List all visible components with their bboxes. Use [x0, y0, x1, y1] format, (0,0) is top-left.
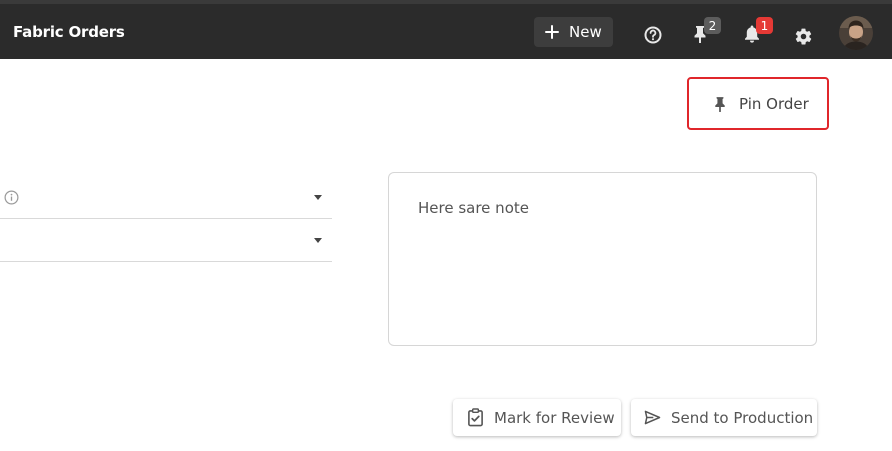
send-to-production-label: Send to Production [671, 408, 814, 427]
chevron-down-icon [314, 238, 322, 243]
mark-for-review-button[interactable]: Mark for Review [453, 399, 621, 436]
select-field-1[interactable] [0, 176, 332, 219]
notification-count-badge: 1 [756, 17, 773, 34]
user-avatar[interactable] [839, 16, 873, 50]
new-button[interactable]: New [534, 17, 613, 47]
info-icon[interactable] [4, 190, 19, 205]
send-to-production-button[interactable]: Send to Production [631, 399, 817, 436]
pinned-count-badge: 2 [704, 17, 721, 34]
pinned-button[interactable]: 2 [688, 17, 721, 48]
gear-icon[interactable] [792, 25, 814, 47]
app-title: Fabric Orders [13, 23, 125, 41]
pin-order-button[interactable]: Pin Order [687, 77, 829, 130]
pin-icon [714, 96, 728, 113]
select-field-2[interactable] [0, 219, 332, 262]
notes-textarea[interactable]: Here sare note [388, 172, 817, 346]
new-button-label: New [569, 23, 602, 41]
send-icon [644, 409, 662, 427]
chevron-down-icon [314, 195, 322, 200]
notifications-button[interactable]: 1 [740, 17, 773, 48]
clipboard-check-icon [467, 408, 485, 428]
pin-order-label: Pin Order [739, 94, 809, 113]
plus-icon [544, 24, 560, 40]
mark-for-review-label: Mark for Review [494, 408, 615, 427]
help-icon[interactable] [642, 24, 664, 46]
top-bar: Fabric Orders New 2 1 [0, 0, 892, 59]
app-root: Fabric Orders New 2 1 Pin Order Here sar… [0, 0, 892, 451]
